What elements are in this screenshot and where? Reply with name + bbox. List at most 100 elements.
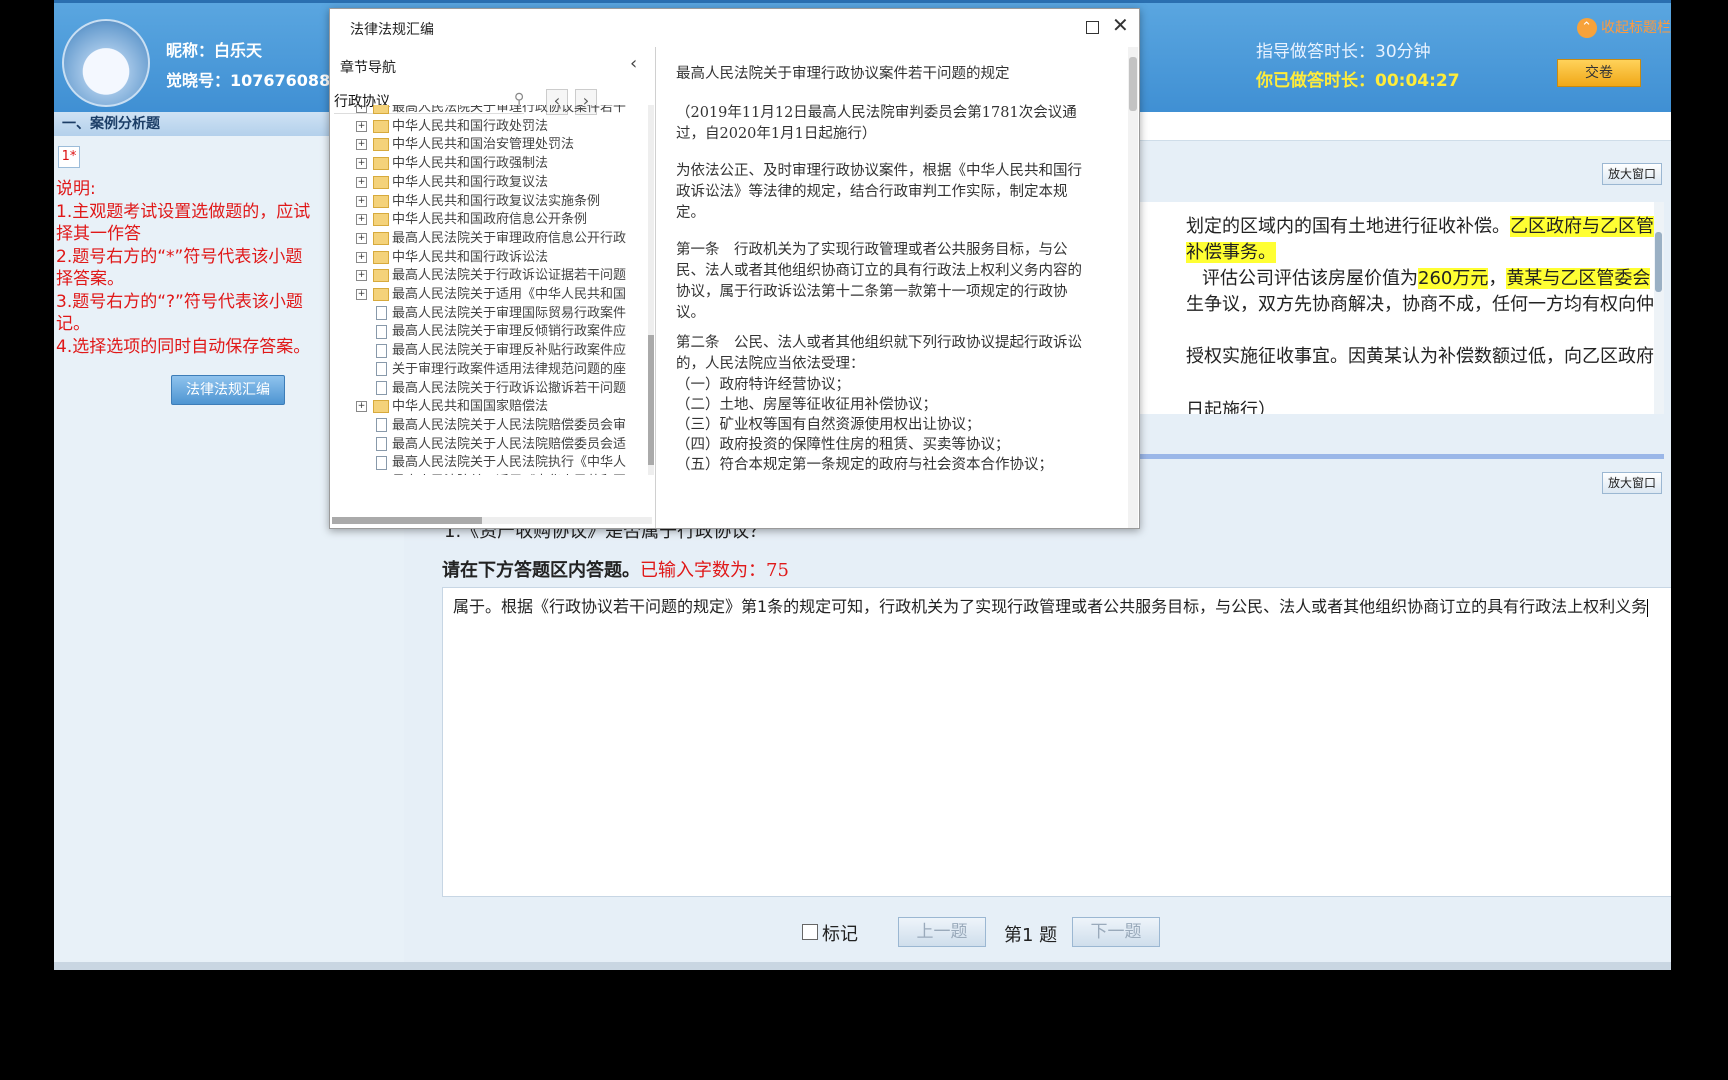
close-icon[interactable]: ✕ <box>1112 13 1129 37</box>
answer-textarea[interactable]: 属于。根据《行政协议若干问题的规定》第1条的规定可知，行政机关为了实现行政管理或… <box>442 587 1671 897</box>
expand-icon[interactable]: + <box>356 289 367 300</box>
tree-horizontal-scrollbar[interactable] <box>332 517 652 524</box>
expand-icon[interactable]: + <box>356 232 367 244</box>
tree-item-label: 中华人民共和国治安管理处罚法 <box>392 137 575 153</box>
tree-folder-item[interactable]: + 最高人民法院关于适用《中华人民共和国 <box>356 286 626 304</box>
tree-item-label: 最高人民法院关于审理行政协议案件若干 <box>392 105 627 115</box>
enlarge-answer-button[interactable]: 放大窗口 <box>1602 472 1662 494</box>
tree-item-label: 中华人民共和国行政处罚法 <box>392 118 549 134</box>
tree-doc-item[interactable]: 最高人民法院关于人民法院赔偿委员会适 <box>376 436 626 454</box>
expand-icon[interactable]: + <box>356 158 367 170</box>
tree-folder-item[interactable]: + 中华人民共和国治安管理处罚法 <box>356 136 574 154</box>
tree-item-label: 最高人民法院关于人民法院执行《中华人 <box>392 455 627 471</box>
char-count: 已输入字数为：75 <box>640 560 789 581</box>
tree-folder-item[interactable]: + 中华人民共和国行政复议法实施条例 <box>356 193 600 211</box>
next-question-button[interactable]: 下一题 <box>1072 917 1160 947</box>
law-content-pane: 最高人民法院关于审理行政协议案件若干问题的规定 （2019年11月12日最高人民… <box>656 47 1136 528</box>
chevron-up-icon: ⌃ <box>1576 18 1597 38</box>
document-icon <box>376 418 387 433</box>
user-id: 觉晓号：107676088 <box>166 71 331 90</box>
tree-item-label: 最高人民法院关于适用《中华人民共和国 <box>392 474 626 475</box>
tree-item-label: 中华人民共和国国家赔偿法 <box>392 399 549 415</box>
tree-doc-item[interactable]: 最高人民法院关于审理反补贴行政案件应 <box>376 342 626 360</box>
tree-vertical-scrollbar[interactable] <box>648 105 654 475</box>
expand-icon[interactable]: + <box>356 401 367 413</box>
tree-doc-item[interactable]: 关于审理行政案件适用法律规范问题的座 <box>376 361 626 379</box>
document-icon <box>376 381 387 395</box>
maximize-icon[interactable] <box>1086 21 1099 34</box>
tree-doc-item[interactable]: 最高人民法院关于人民法院赔偿委员会审 <box>376 417 626 435</box>
law-meta: （2019年11月12日最高人民法院审判委员会第1781次会议通过，自2020年… <box>676 105 1077 142</box>
answer-prompt: 请在下方答题区内答题。已输入字数为：75 <box>442 556 789 582</box>
tree-folder-item[interactable]: + 中华人民共和国政府信息公开条例 <box>356 211 587 229</box>
chapter-nav-title: 章节导航 <box>340 60 396 76</box>
document-icon <box>376 455 387 470</box>
expand-icon[interactable]: + <box>356 120 367 132</box>
tree-doc-item[interactable]: 最高人民法院关于人民法院执行《中华人 <box>376 454 626 472</box>
case-scrollbar[interactable] <box>1654 202 1664 414</box>
folder-icon <box>373 175 389 189</box>
tree-folder-item[interactable]: + 最高人民法院关于审理行政协议案件若干 <box>356 105 626 117</box>
chevron-left-icon[interactable]: ‹ <box>630 53 637 74</box>
tree-folder-item[interactable]: + 中华人民共和国行政强制法 <box>356 155 548 173</box>
guide-time: 指导做答时长：30分钟 <box>1256 42 1431 62</box>
expand-icon[interactable]: + <box>356 270 367 282</box>
enlarge-case-button[interactable]: 放大窗口 <box>1602 163 1662 185</box>
tree-folder-item[interactable]: + 中华人民共和国行政诉讼法 <box>356 249 548 267</box>
folder-icon <box>373 119 389 133</box>
document-icon <box>376 324 387 339</box>
law-collection-button[interactable]: 法律法规汇编 <box>171 375 285 405</box>
answer-text[interactable]: 属于。根据《行政协议若干问题的规定》第1条的规定可知，行政机关为了实现行政管理或… <box>453 597 1647 616</box>
scroll-thumb[interactable] <box>1655 232 1662 292</box>
document-icon <box>376 474 387 475</box>
tree-folder-item[interactable]: + 中华人民共和国行政处罚法 <box>356 118 548 136</box>
tree-item-label: 最高人民法院关于审理反倾销行政案件应 <box>392 324 627 340</box>
case-text: ， <box>1488 268 1507 289</box>
case-text: 划定的区域内的国有土地进行征收补偿。 <box>1186 216 1510 237</box>
scroll-thumb[interactable] <box>1129 57 1137 111</box>
content-scrollbar[interactable] <box>1128 47 1138 528</box>
law-tree: + 最高人民法院关于审理行政协议案件若干 + 中华人民共和国行政处罚法 + 中华人民共和国… <box>330 105 652 475</box>
case-highlight: 乙区政府与乙区管 <box>1510 216 1654 237</box>
tree-doc-item[interactable]: 最高人民法院关于审理反倾销行政案件应 <box>376 323 626 341</box>
expand-icon[interactable]: + <box>356 214 367 226</box>
collapse-header-button[interactable]: ⌃ 收起标题栏 <box>1576 17 1671 38</box>
law-item: （一）政府特许经营协议； <box>676 377 850 393</box>
exam-app: 昵称：白乐天 觉晓号：107676088 指导做答时长：30分钟 你已做答时长：… <box>54 0 1671 970</box>
folder-icon <box>373 138 389 152</box>
tree-item-label: 最高人民法院关于行政诉讼证据若干问题 <box>392 268 627 284</box>
expand-icon[interactable]: + <box>356 139 367 151</box>
tree-doc-item[interactable]: 最高人民法院关于适用《中华人民共和国 <box>376 473 626 475</box>
collapse-label: 收起标题栏 <box>1601 20 1671 36</box>
scroll-thumb[interactable] <box>648 335 654 465</box>
mark-checkbox[interactable] <box>802 924 818 940</box>
tree-item-label: 最高人民法院关于审理政府信息公开行政 <box>392 230 627 246</box>
folder-icon <box>373 400 389 414</box>
expand-icon[interactable]: + <box>356 195 367 207</box>
elapsed-time: 你已做答时长：00:04:27 <box>1256 71 1460 91</box>
mark-label[interactable]: 标记 <box>822 920 858 946</box>
law-article-2: 第二条 公民、法人或者其他组织就下列行政协议提起行政诉讼的，人民法院应当依法受理… <box>676 335 1082 372</box>
tree-folder-item[interactable]: + 中华人民共和国行政复议法 <box>356 174 548 192</box>
tree-doc-item[interactable]: 最高人民法院关于审理国际贸易行政案件 <box>376 305 626 323</box>
tree-folder-item[interactable]: + 最高人民法院关于审理政府信息公开行政 <box>356 230 626 248</box>
expand-icon[interactable]: + <box>356 176 367 188</box>
folder-icon <box>373 157 389 171</box>
folder-icon <box>373 194 389 208</box>
question-number-link[interactable]: 1* <box>58 146 80 168</box>
nickname: 昵称：白乐天 <box>166 41 263 60</box>
tree-item-label: 最高人民法院关于人民法院赔偿委员会审 <box>392 417 627 433</box>
law-item: （四）政府投资的保障性住房的租赁、买卖等协议； <box>676 437 1010 453</box>
expand-icon[interactable]: + <box>356 251 367 263</box>
case-highlight: 补偿事务。 <box>1186 242 1276 263</box>
tree-folder-item[interactable]: + 最高人民法院关于行政诉讼证据若干问题 <box>356 267 626 285</box>
submit-exam-button[interactable]: 交卷 <box>1557 59 1641 87</box>
prev-question-button[interactable]: 上一题 <box>898 917 986 947</box>
scroll-thumb[interactable] <box>332 517 482 524</box>
expand-icon[interactable]: + <box>356 105 367 113</box>
folder-icon <box>373 231 389 245</box>
tree-doc-item[interactable]: 最高人民法院关于行政诉讼撤诉若干问题 <box>376 380 626 398</box>
question-nav-bar: 标记 上一题 第1 题 下一题 <box>404 912 1671 952</box>
case-line: 评估公司评估该房屋价值为260万元，黄某与乙区管委会 <box>1202 264 1651 290</box>
tree-folder-item[interactable]: + 中华人民共和国国家赔偿法 <box>356 398 548 416</box>
